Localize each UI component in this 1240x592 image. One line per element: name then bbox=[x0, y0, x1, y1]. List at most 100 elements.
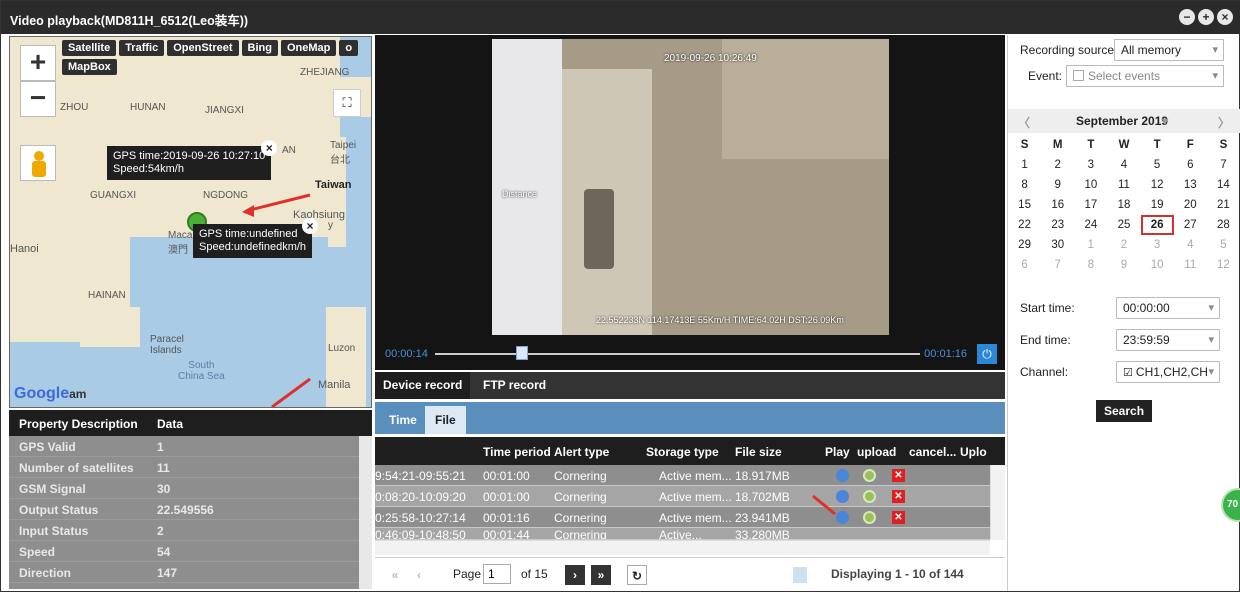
power-icon[interactable]: ⏻ bbox=[977, 344, 997, 364]
channel-label: Channel: bbox=[1020, 365, 1069, 379]
calendar-day[interactable]: 3 bbox=[1074, 155, 1107, 175]
calendar-day-selected[interactable]: 26 bbox=[1140, 215, 1174, 235]
table-row[interactable]: 9:54:21-09:55:21 00:01:00 Cornering Active … bbox=[375, 465, 990, 486]
calendar-day[interactable]: 4 bbox=[1107, 155, 1140, 175]
recording-source-label: Recording source: bbox=[1020, 43, 1118, 57]
channel-select[interactable]: ☑ CH1,CH2,CH bbox=[1116, 361, 1220, 383]
calendar-day[interactable]: 21 bbox=[1207, 195, 1240, 215]
col-cancel[interactable]: cancel... bbox=[909, 445, 956, 459]
property-scrollbar[interactable] bbox=[359, 436, 372, 589]
calendar-day[interactable]: 27 bbox=[1174, 215, 1207, 235]
calendar-day[interactable]: 17 bbox=[1074, 195, 1107, 215]
col-storage-type[interactable]: Storage type bbox=[646, 445, 719, 459]
seek-track[interactable] bbox=[435, 353, 920, 355]
calendar-day[interactable]: 1 bbox=[1074, 235, 1107, 255]
property-row: Input Status 2 bbox=[9, 520, 359, 541]
calendar-day[interactable]: 14 bbox=[1207, 175, 1240, 195]
month-dropdown-icon[interactable]: ▾ bbox=[1162, 114, 1168, 128]
calendar-day[interactable]: 7 bbox=[1041, 255, 1074, 275]
map-view[interactable]: Satellite Traffic OpenStreet Bing OneMap… bbox=[9, 36, 372, 408]
property-row: GSM Signal 30 bbox=[9, 478, 359, 499]
play-icon[interactable] bbox=[836, 469, 849, 482]
calendar-day[interactable]: 28 bbox=[1207, 215, 1240, 235]
prev-page-icon[interactable]: ‹ bbox=[409, 565, 429, 585]
calendar-next-icon[interactable]: 〉 bbox=[1218, 114, 1230, 131]
calendar-day[interactable]: 8 bbox=[1074, 255, 1107, 275]
calendar-day[interactable]: 8 bbox=[1008, 175, 1041, 195]
close-icon[interactable]: × bbox=[1217, 9, 1233, 25]
calendar-day[interactable]: 23 bbox=[1041, 215, 1074, 235]
video-playback-window: Video playback(MD811H_6512(Leo装车)) − + ×… bbox=[0, 0, 1240, 592]
search-button[interactable]: Search bbox=[1096, 400, 1153, 422]
grid-horizontal-scrollbar[interactable] bbox=[375, 540, 990, 555]
calendar-day[interactable]: 24 bbox=[1074, 215, 1107, 235]
next-page-icon[interactable]: › bbox=[565, 565, 585, 585]
calendar-month[interactable]: September 2019 bbox=[1076, 114, 1168, 128]
calendar-day[interactable]: 29 bbox=[1008, 235, 1041, 255]
maximize-icon[interactable]: + bbox=[1198, 9, 1214, 25]
table-row[interactable]: 0:46:09-10:48:50 00:01:44 Cornering Active.… bbox=[375, 528, 990, 540]
col-file-size[interactable]: File size bbox=[735, 445, 782, 459]
calendar-day[interactable]: 12 bbox=[1141, 175, 1174, 195]
calendar-day[interactable]: 4 bbox=[1174, 235, 1207, 255]
last-page-icon[interactable]: » bbox=[591, 565, 611, 585]
tab-file[interactable]: File bbox=[425, 406, 466, 434]
calendar-day[interactable]: 30 bbox=[1041, 235, 1074, 255]
calendar-day[interactable]: 19 bbox=[1141, 195, 1174, 215]
calendar-day[interactable]: 18 bbox=[1107, 195, 1140, 215]
calendar-prev-icon[interactable]: 〈 bbox=[1018, 114, 1030, 131]
video-player: 2019-09-26 10:26:49 Distance 22.552233N … bbox=[375, 35, 1005, 370]
calendar-day[interactable]: 9 bbox=[1041, 175, 1074, 195]
tab-device-record[interactable]: Device record bbox=[375, 372, 471, 399]
tab-time[interactable]: Time bbox=[379, 406, 427, 434]
calendar-day[interactable]: 10 bbox=[1141, 255, 1174, 275]
col-time-period[interactable]: Time period bbox=[483, 445, 551, 459]
calendar-day[interactable]: 10 bbox=[1074, 175, 1107, 195]
playback-seek-bar: 00:00:14 00:01:16 ⏻ bbox=[375, 339, 1005, 370]
calendar-day[interactable]: 11 bbox=[1107, 175, 1140, 195]
page-number-input[interactable] bbox=[483, 564, 511, 584]
calendar-day[interactable]: 15 bbox=[1008, 195, 1041, 215]
calendar-day[interactable]: 6 bbox=[1174, 155, 1207, 175]
delete-icon[interactable]: ✕ bbox=[892, 469, 905, 482]
calendar-day[interactable]: 16 bbox=[1041, 195, 1074, 215]
delete-icon[interactable]: ✕ bbox=[892, 511, 905, 524]
upload-icon[interactable] bbox=[863, 511, 876, 524]
calendar-day[interactable]: 13 bbox=[1174, 175, 1207, 195]
calendar-day[interactable]: 22 bbox=[1008, 215, 1041, 235]
video-frame[interactable]: 2019-09-26 10:26:49 Distance 22.552233N … bbox=[492, 39, 889, 335]
calendar-day[interactable]: 3 bbox=[1141, 235, 1174, 255]
col-upload[interactable]: upload bbox=[857, 445, 896, 459]
refresh-icon[interactable]: ↻ bbox=[627, 565, 647, 585]
upload-icon[interactable] bbox=[863, 469, 876, 482]
col-alert-type[interactable]: Alert type bbox=[554, 445, 609, 459]
calendar-day[interactable]: 9 bbox=[1107, 255, 1140, 275]
calendar-day[interactable]: 1 bbox=[1008, 155, 1041, 175]
upload-icon[interactable] bbox=[863, 490, 876, 503]
first-page-icon[interactable]: « bbox=[385, 565, 405, 585]
calendar-day[interactable]: 5 bbox=[1207, 235, 1240, 255]
event-select[interactable]: Select events bbox=[1066, 65, 1224, 87]
grid-vertical-scrollbar[interactable] bbox=[990, 465, 1005, 540]
calendar-day[interactable]: 12 bbox=[1207, 255, 1240, 275]
delete-icon[interactable]: ✕ bbox=[892, 490, 905, 503]
table-row[interactable]: 0:08:20-10:09:20 00:01:00 Cornering Active … bbox=[375, 486, 990, 507]
calendar-day[interactable]: 2 bbox=[1041, 155, 1074, 175]
minimize-icon[interactable]: − bbox=[1179, 9, 1195, 25]
end-time-select[interactable]: 23:59:59 bbox=[1116, 329, 1220, 351]
tab-ftp-record[interactable]: FTP record bbox=[475, 372, 554, 399]
seek-handle[interactable] bbox=[516, 346, 529, 360]
col-play[interactable]: Play bbox=[825, 445, 850, 459]
calendar-day[interactable]: 2 bbox=[1107, 235, 1140, 255]
calendar-day[interactable]: 7 bbox=[1207, 155, 1240, 175]
col-upload-2[interactable]: Uplo bbox=[960, 445, 987, 459]
calendar-day[interactable]: 5 bbox=[1141, 155, 1174, 175]
calendar-day[interactable]: 6 bbox=[1008, 255, 1041, 275]
calendar-day[interactable]: 20 bbox=[1174, 195, 1207, 215]
start-time-select[interactable]: 00:00:00 bbox=[1116, 297, 1220, 319]
calendar-day[interactable]: 25 bbox=[1107, 215, 1140, 235]
recording-source-select[interactable]: All memory bbox=[1114, 39, 1224, 61]
table-row[interactable]: 0:25:58-10:27:14 00:01:16 Cornering Active … bbox=[375, 507, 990, 528]
event-label: Event: bbox=[1028, 69, 1063, 83]
calendar-day[interactable]: 11 bbox=[1174, 255, 1207, 275]
